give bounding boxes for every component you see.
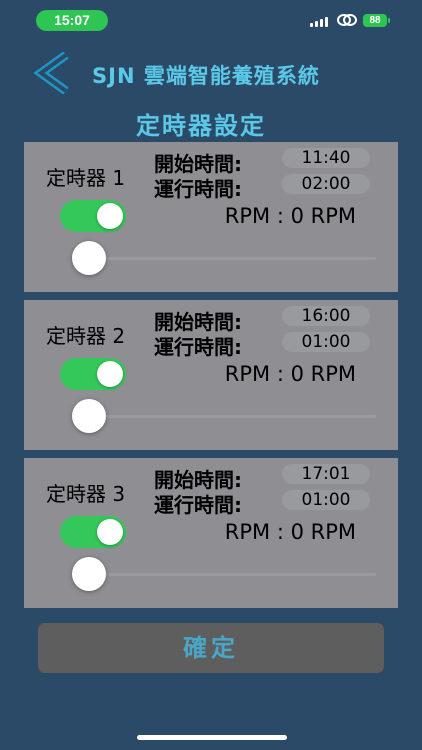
start-time-field[interactable]: 11:40: [282, 148, 370, 168]
timer-card-1: 定時器 1 開始時間: 運行時間: 11:40 02:00 RPM : 0 RP…: [24, 142, 398, 292]
timer-enable-toggle[interactable]: [60, 200, 126, 232]
battery-icon: 88: [363, 14, 387, 27]
run-time-field[interactable]: 01:00: [282, 490, 370, 510]
rpm-slider-thumb[interactable]: [72, 241, 106, 275]
home-indicator: [137, 735, 287, 740]
timer-card-3: 定時器 3 開始時間: 運行時間: 17:01 01:00 RPM : 0 RP…: [24, 458, 398, 608]
rpm-slider-thumb[interactable]: [72, 557, 106, 591]
confirm-button[interactable]: 確定: [38, 623, 384, 673]
timer-name: 定時器 2: [46, 324, 126, 348]
rpm-slider-track[interactable]: [90, 257, 376, 260]
rpm-slider-thumb[interactable]: [72, 399, 106, 433]
run-time-label: 運行時間:: [154, 335, 242, 359]
rpm-readout: RPM : 0 RPM: [224, 204, 356, 228]
back-button[interactable]: [34, 52, 74, 94]
timer-enable-toggle[interactable]: [60, 358, 126, 390]
timer-name: 定時器 3: [46, 482, 126, 506]
rpm-slider-track[interactable]: [90, 415, 376, 418]
battery-cap: [388, 18, 390, 23]
run-time-label: 運行時間:: [154, 493, 242, 517]
rpm-slider-track[interactable]: [90, 573, 376, 576]
start-time-field[interactable]: 17:01: [282, 464, 370, 484]
signal-icon: [310, 15, 332, 27]
status-time: 15:07: [36, 10, 108, 31]
toggle-knob: [97, 203, 123, 229]
run-time-field[interactable]: 02:00: [282, 174, 370, 194]
toggle-knob: [97, 361, 123, 387]
status-bar: 15:07 88: [0, 0, 422, 40]
toggle-knob: [97, 519, 123, 545]
run-time-field[interactable]: 01:00: [282, 332, 370, 352]
timer-enable-toggle[interactable]: [60, 516, 126, 548]
start-time-field[interactable]: 16:00: [282, 306, 370, 326]
timer-name: 定時器 1: [46, 166, 126, 190]
rpm-readout: RPM : 0 RPM: [224, 362, 356, 386]
timer-card-2: 定時器 2 開始時間: 運行時間: 16:00 01:00 RPM : 0 RP…: [24, 300, 398, 450]
run-time-label: 運行時間:: [154, 177, 242, 201]
app-title: SJN 雲端智能養殖系統: [92, 64, 320, 88]
rpm-readout: RPM : 0 RPM: [224, 520, 356, 544]
hotspot-icon: [337, 14, 357, 26]
page-title: 定時器設定: [136, 112, 266, 140]
